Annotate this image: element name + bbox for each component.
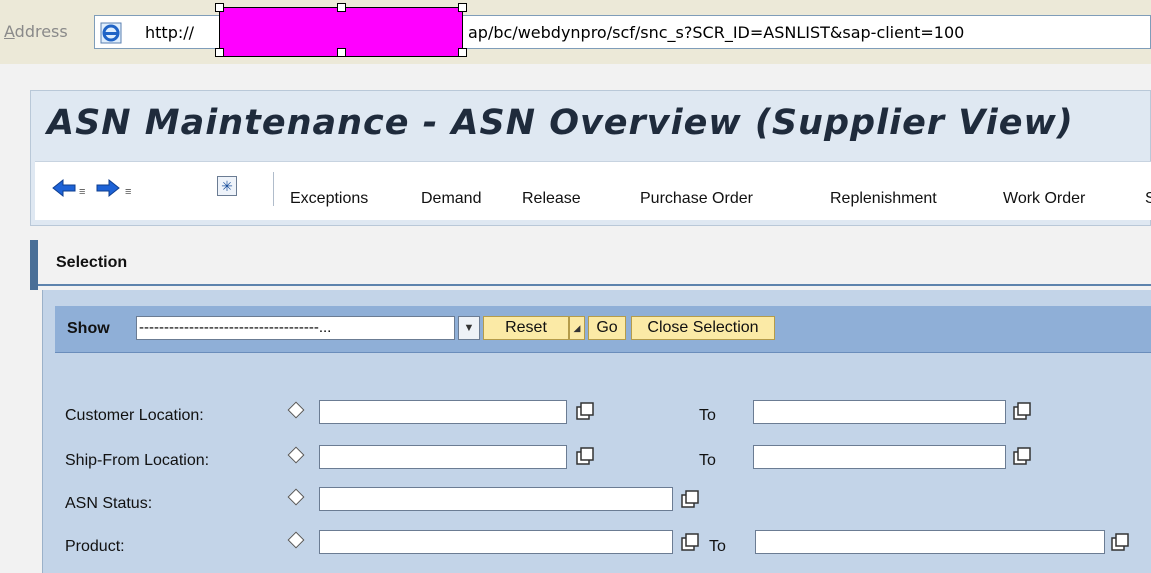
customer-location-label: Customer Location: (65, 407, 204, 424)
mask-handle (458, 3, 467, 12)
selection-tab-marker (30, 240, 38, 290)
value-help-icon[interactable] (679, 532, 701, 554)
browser-address-bar: Address http:// ap/bc/webdynpro/scf/snc_… (0, 0, 1151, 65)
show-bar: Show -----------------------------------… (55, 306, 1151, 353)
asn-status-input[interactable] (319, 487, 673, 511)
mask-handle (215, 3, 224, 12)
back-menu-icon[interactable]: ≡ (79, 186, 85, 198)
link-release[interactable]: Release (522, 190, 581, 208)
value-help-icon[interactable] (574, 446, 596, 468)
redacted-url-mask (215, 3, 467, 57)
link-replenishment[interactable]: Replenishment (830, 190, 937, 208)
mask-handle (337, 48, 346, 57)
toolbar: ≡ ≡ ✳ Exceptions Demand Release Purchase… (35, 161, 1151, 220)
close-selection-button[interactable]: Close Selection (631, 316, 775, 340)
link-purchase-order[interactable]: Purchase Order (640, 190, 753, 208)
ship-from-location-label: Ship-From Location: (65, 452, 210, 469)
value-help-icon[interactable] (1011, 446, 1033, 468)
link-more[interactable]: S (1145, 190, 1151, 208)
url-prefix: http:// (145, 23, 195, 42)
ship-from-location-input[interactable] (319, 445, 567, 469)
link-demand[interactable]: Demand (421, 190, 481, 208)
selection-panel: Show -----------------------------------… (42, 290, 1151, 573)
go-button[interactable]: Go (588, 316, 626, 340)
mask-handle (458, 48, 467, 57)
reset-button[interactable]: Reset (483, 316, 569, 340)
star-icon[interactable]: ✳ (217, 176, 237, 196)
selection-header[interactable]: Selection (38, 240, 1151, 286)
selection-title: Selection (56, 254, 128, 271)
link-exceptions[interactable]: Exceptions (290, 190, 368, 208)
diamond-icon (287, 401, 305, 419)
show-select[interactable]: ------------------------------------... (136, 316, 455, 340)
asn-status-label: ASN Status: (65, 495, 153, 512)
to-label: To (699, 407, 716, 424)
customer-location-input[interactable] (319, 400, 567, 424)
product-to-input[interactable] (755, 530, 1105, 554)
customer-location-to-input[interactable] (753, 400, 1006, 424)
url-suffix: ap/bc/webdynpro/scf/snc_s?SCR_ID=ASNLIST… (468, 23, 965, 42)
address-label: Address (4, 22, 68, 41)
page-title: ASN Maintenance - ASN Overview (Supplier… (47, 103, 1074, 143)
reset-menu-icon[interactable]: ◢ (569, 316, 585, 340)
to-label: To (709, 538, 726, 555)
app-header: ASN Maintenance - ASN Overview (Supplier… (30, 90, 1151, 226)
link-work-order[interactable]: Work Order (1003, 190, 1085, 208)
product-input[interactable] (319, 530, 673, 554)
mask-handle (337, 3, 346, 12)
value-help-icon[interactable] (679, 489, 701, 511)
diamond-icon (287, 488, 305, 506)
product-label: Product: (65, 538, 125, 555)
address-input[interactable]: http:// ap/bc/webdynpro/scf/snc_s?SCR_ID… (94, 3, 1151, 57)
forward-menu-icon[interactable]: ≡ (125, 186, 131, 198)
show-label: Show (67, 320, 110, 337)
to-label: To (699, 452, 716, 469)
diamond-icon (287, 446, 305, 464)
toolbar-separator (273, 172, 274, 206)
value-help-icon[interactable] (574, 401, 596, 423)
forward-arrow-icon[interactable] (95, 178, 121, 198)
value-help-icon[interactable] (1109, 532, 1131, 554)
chevron-down-icon[interactable]: ▼ (458, 316, 480, 340)
mask-handle (215, 48, 224, 57)
value-help-icon[interactable] (1011, 401, 1033, 423)
ship-from-location-to-input[interactable] (753, 445, 1006, 469)
ie-page-icon (100, 22, 122, 44)
back-arrow-icon[interactable] (51, 178, 77, 198)
diamond-icon (287, 531, 305, 549)
